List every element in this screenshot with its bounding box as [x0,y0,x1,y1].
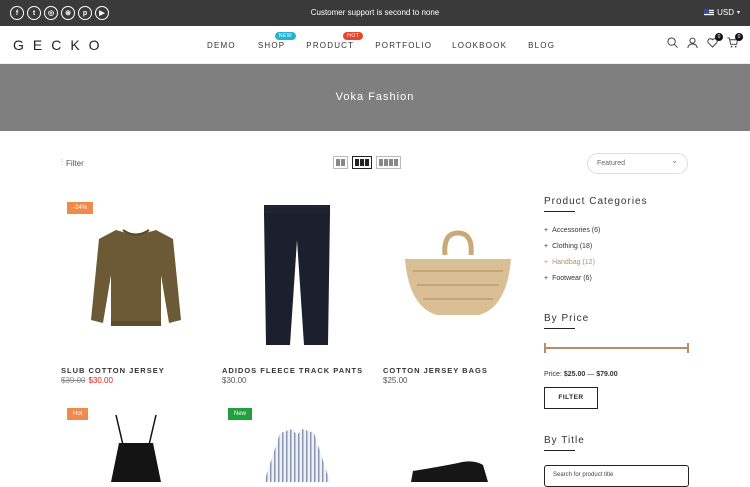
sale-price: $30.00 [88,376,113,385]
currency-label: USD [717,8,734,17]
currency-selector[interactable]: USD ▾ [704,8,740,17]
column-icon [341,159,345,166]
product-price: $25.00 [383,376,408,385]
new-badge: NEW [274,32,296,40]
site-header: GECKO DEMO SHOP NEW PRODUCT HOT PORTFOLIO … [0,26,750,64]
page-banner: Voka Fashion [0,64,750,131]
category-accessories[interactable]: Accessories (6) [544,227,600,234]
heading-underline [544,450,575,451]
product-image-pants[interactable] [222,195,372,355]
filter-toggle[interactable]: ⫶ Filter [61,158,84,168]
product-name[interactable]: ADIDOS FLEECE TRACK PANTS [222,366,363,375]
page-title: Voka Fashion [335,91,415,103]
wishlist-count: 0 [715,33,723,41]
product-price: $39.00 $30.00 [61,376,113,385]
title-heading: By Title [544,435,585,446]
view-4-columns[interactable] [376,156,401,169]
header-icons: 0 0 [667,33,743,48]
hot-badge: HOT [343,32,364,40]
product-name[interactable]: SLUB COTTON JERSEY [61,366,165,375]
old-price: $39.00 [61,376,86,385]
filter-label: Filter [66,158,84,168]
nav-demo[interactable]: DEMO [207,41,236,50]
column-icon [355,159,359,166]
nav-blog[interactable]: BLOG [528,41,555,50]
column-icon [379,159,383,166]
view-2-columns[interactable] [333,156,348,169]
product-image-sweater[interactable] [61,195,211,355]
sliders-icon: ⫶ [61,158,63,167]
category-clothing[interactable]: Clothing (18) [544,243,592,250]
title-search-input[interactable]: Search for product title [544,465,689,487]
column-icon [394,159,398,166]
column-icon [365,159,369,166]
product-name[interactable]: COTTON JERSEY BAGS [383,366,488,375]
hot-badge: Hot [67,408,89,420]
user-icon[interactable] [687,37,698,48]
cart-count: 0 [735,33,743,41]
nav-portfolio[interactable]: PORTFOLIO [375,41,432,50]
category-handbag[interactable]: Handbag (12) [544,259,595,266]
heading-underline [544,328,575,329]
price-range-text: Price: $25.00 — $79.00 [544,371,618,378]
discount-badge: -24% [67,202,94,214]
product-price: $30.00 [222,376,247,385]
heading-underline [544,211,575,212]
slider-handle-min[interactable] [544,343,546,353]
view-3-columns[interactable] [352,156,372,169]
price-heading: By Price [544,313,590,324]
product-image-sneaker[interactable] [383,405,533,482]
column-icon [389,159,393,166]
nav-shop[interactable]: SHOP NEW [258,32,296,50]
chevron-down-icon: ▾ [736,10,740,16]
column-icon [360,159,364,166]
wishlist-button[interactable]: 0 [707,33,723,48]
categories-heading: Product Categories [544,196,648,207]
cart-button[interactable]: 0 [727,33,743,48]
grid-view-switcher [333,156,401,169]
product-image-bag[interactable] [383,195,533,355]
new-badge: New [228,408,253,420]
price-slider[interactable] [544,343,689,353]
logo[interactable]: GECKO [13,37,109,53]
column-icon [336,159,340,166]
top-bar: f t ◎ ⊛ p ▶ Customer support is second t… [0,0,750,26]
slider-handle-max[interactable] [687,343,689,353]
category-footwear[interactable]: Footwear (6) [544,275,592,282]
support-message: Customer support is second to none [310,8,440,17]
nav-lookbook[interactable]: LOOKBOOK [452,41,507,50]
filter-button[interactable]: FILTER [544,387,598,409]
nav-product[interactable]: PRODUCT HOT [306,32,364,50]
search-icon[interactable] [667,37,678,48]
column-icon [384,159,388,166]
us-flag-icon [704,9,715,16]
sort-select[interactable]: Featured [587,153,688,174]
main-nav: DEMO SHOP NEW PRODUCT HOT PORTFOLIO LOOKBO… [207,32,555,50]
